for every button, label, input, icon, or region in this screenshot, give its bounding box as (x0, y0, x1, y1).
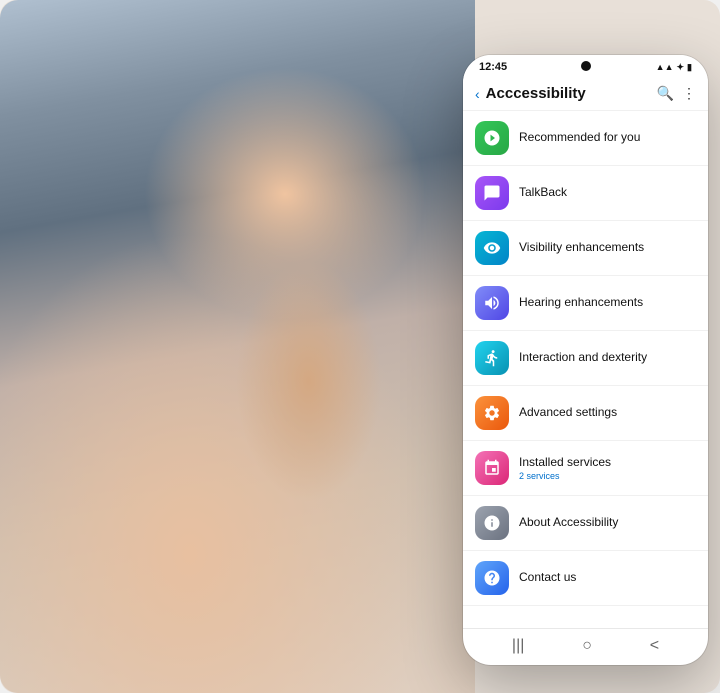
home-button[interactable]: ○ (582, 637, 592, 655)
advanced-label: Advanced settings (519, 405, 696, 421)
installed-icon (475, 451, 509, 485)
interaction-text: Interaction and dexterity (519, 350, 696, 366)
interaction-label: Interaction and dexterity (519, 350, 696, 366)
menu-item-contact[interactable]: Contact us (463, 551, 708, 606)
phone-camera (581, 61, 591, 71)
talkback-text: TalkBack (519, 185, 696, 201)
hearing-text: Hearing enhancements (519, 295, 696, 311)
photo-background (0, 0, 475, 693)
accessibility-screen: ‹ Acccessibility 🔍 ⋮ Recommended for you… (463, 77, 708, 628)
recommended-label: Recommended for you (519, 130, 696, 146)
menu-item-about[interactable]: About Accessibility (463, 496, 708, 551)
battery-icon: ▮ (687, 62, 692, 73)
interaction-icon (475, 341, 509, 375)
hearing-label: Hearing enhancements (519, 295, 696, 311)
menu-item-advanced[interactable]: Advanced settings (463, 386, 708, 441)
menu-item-hearing[interactable]: Hearing enhancements (463, 276, 708, 331)
menu-item-recommended[interactable]: Recommended for you (463, 111, 708, 166)
recommended-text: Recommended for you (519, 130, 696, 146)
signal-icon: ▲▲ (656, 62, 674, 72)
about-text: About Accessibility (519, 515, 696, 531)
installed-sublabel: 2 services (519, 471, 696, 481)
talkback-icon (475, 176, 509, 210)
visibility-label: Visibility enhancements (519, 240, 696, 256)
visibility-text: Visibility enhancements (519, 240, 696, 256)
contact-icon (475, 561, 509, 595)
phone-mockup: 12:45 ▲▲ ✦ ▮ ‹ Acccessibility 🔍 ⋮ Recomm… (463, 55, 708, 665)
back-nav-button[interactable]: < (650, 637, 659, 655)
recent-apps-button[interactable]: ||| (512, 637, 524, 655)
visibility-icon (475, 231, 509, 265)
header-actions: 🔍 ⋮ (657, 85, 696, 102)
advanced-text: Advanced settings (519, 405, 696, 421)
menu-list: Recommended for you TalkBack Visibility en… (463, 111, 708, 628)
about-label: About Accessibility (519, 515, 696, 531)
photo-bg-gradient (0, 0, 475, 693)
more-options-button[interactable]: ⋮ (682, 85, 696, 102)
back-button[interactable]: ‹ (475, 86, 480, 102)
about-icon (475, 506, 509, 540)
hearing-icon (475, 286, 509, 320)
advanced-icon (475, 396, 509, 430)
screen-title: Acccessibility (486, 85, 651, 102)
installed-text: Installed services2 services (519, 455, 696, 482)
accessibility-header: ‹ Acccessibility 🔍 ⋮ (463, 77, 708, 111)
installed-label: Installed services (519, 455, 696, 471)
status-time: 12:45 (479, 61, 507, 73)
wifi-icon: ✦ (677, 62, 685, 73)
menu-item-talkback[interactable]: TalkBack (463, 166, 708, 221)
status-bar: 12:45 ▲▲ ✦ ▮ (463, 55, 708, 77)
menu-item-interaction[interactable]: Interaction and dexterity (463, 331, 708, 386)
recommended-icon (475, 121, 509, 155)
contact-label: Contact us (519, 570, 696, 586)
talkback-label: TalkBack (519, 185, 696, 201)
search-button[interactable]: 🔍 (657, 85, 674, 102)
contact-text: Contact us (519, 570, 696, 586)
navigation-bar: ||| ○ < (463, 628, 708, 665)
status-icons: ▲▲ ✦ ▮ (656, 62, 692, 73)
menu-item-installed[interactable]: Installed services2 services (463, 441, 708, 496)
menu-item-visibility[interactable]: Visibility enhancements (463, 221, 708, 276)
